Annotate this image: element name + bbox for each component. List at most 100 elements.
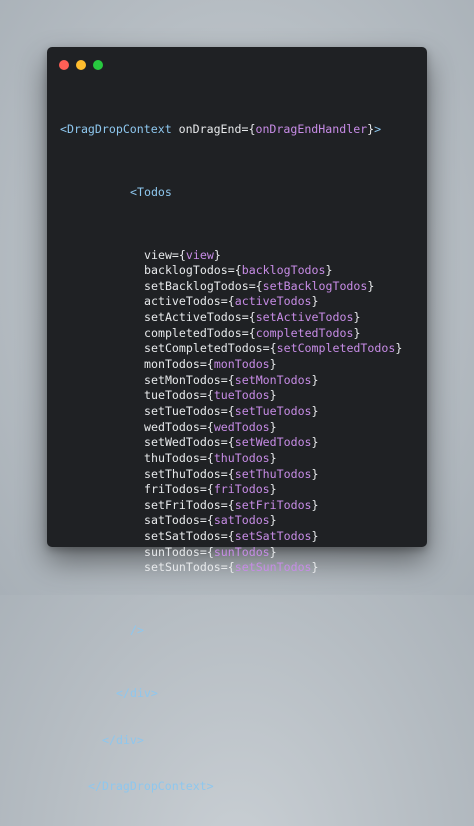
- equals-brace: ={: [199, 544, 214, 559]
- prop-value: setBacklogTodos: [262, 278, 368, 293]
- close-brace: }: [395, 341, 403, 356]
- code-line-opening: <DragDropContext onDragEnd={onDragEndHan…: [47, 122, 427, 138]
- equals-brace: ={: [262, 341, 277, 356]
- equals-brace: ={: [241, 122, 256, 137]
- prop-value: wedTodos: [213, 419, 270, 434]
- close-dot-icon[interactable]: [59, 60, 69, 70]
- equals-brace: ={: [241, 325, 256, 340]
- equals-brace: ={: [199, 357, 214, 372]
- prop-value: setSunTodos: [234, 560, 312, 575]
- code-block: <DragDropContext onDragEnd={onDragEndHan…: [47, 91, 427, 826]
- prop-value: satTodos: [213, 513, 270, 528]
- component-tag-name: Todos: [136, 184, 172, 199]
- code-line-prop: thuTodos={thuTodos}: [47, 451, 427, 467]
- close-brace: }: [311, 372, 319, 387]
- code-line-prop: completedTodos={completedTodos}: [47, 326, 427, 342]
- equals-brace: ={: [220, 294, 235, 309]
- code-line-prop: backlogTodos={backlogTodos}: [47, 263, 427, 279]
- close-brace: }: [213, 247, 221, 262]
- code-line-close-context: </DragDropContext>: [47, 779, 427, 795]
- equals-brace: ={: [220, 435, 235, 450]
- close-brace: }: [311, 435, 319, 450]
- equals-brace: ={: [220, 560, 235, 575]
- prop-value: setTueTodos: [234, 403, 312, 418]
- opening-attr-name: onDragEnd: [178, 122, 242, 137]
- equals-brace: ={: [199, 388, 214, 403]
- prop-name: thuTodos: [144, 450, 200, 465]
- close-brace: }: [311, 560, 319, 575]
- close-brace: }: [269, 388, 277, 403]
- prop-name: view: [144, 247, 172, 262]
- tag-open-bracket: <: [60, 122, 67, 137]
- close-brace: }: [269, 419, 277, 434]
- close-brace: }: [269, 513, 277, 528]
- equals-brace: ={: [241, 310, 256, 325]
- tag-open-bracket: <: [130, 184, 137, 199]
- prop-name: monTodos: [144, 357, 200, 372]
- tag-close-bracket: >: [374, 122, 382, 137]
- code-line-prop: setMonTodos={setMonTodos}: [47, 373, 427, 389]
- code-line-close-div-outer: </div>: [47, 733, 427, 749]
- equals-brace: ={: [220, 529, 235, 544]
- prop-name: satTodos: [144, 513, 200, 528]
- prop-value: setFriTodos: [234, 497, 312, 512]
- code-line-prop: setSatTodos={setSatTodos}: [47, 529, 427, 545]
- prop-name: setWedTodos: [144, 435, 221, 450]
- close-brace: }: [269, 544, 277, 559]
- prop-name: setSunTodos: [144, 560, 221, 575]
- prop-value: monTodos: [213, 357, 270, 372]
- prop-name: tueTodos: [144, 388, 200, 403]
- code-line-prop: setWedTodos={setWedTodos}: [47, 435, 427, 451]
- equals-brace: ={: [248, 278, 263, 293]
- prop-name: setCompletedTodos: [144, 341, 263, 356]
- prop-value: backlogTodos: [241, 263, 326, 278]
- maximize-dot-icon[interactable]: [93, 60, 103, 70]
- prop-value: setThuTodos: [234, 466, 312, 481]
- code-line-prop: tueTodos={tueTodos}: [47, 388, 427, 404]
- equals-brace: ={: [171, 247, 186, 262]
- equals-brace: ={: [220, 372, 235, 387]
- equals-brace: ={: [220, 466, 235, 481]
- prop-value: setActiveTodos: [255, 310, 354, 325]
- prop-value: setSatTodos: [234, 529, 312, 544]
- prop-name: backlogTodos: [144, 263, 228, 278]
- code-line-prop: setThuTodos={setThuTodos}: [47, 467, 427, 483]
- prop-name: sunTodos: [144, 544, 200, 559]
- prop-name: setTueTodos: [144, 403, 221, 418]
- code-line-prop: setSunTodos={setSunTodos}: [47, 560, 427, 576]
- window-controls: [59, 60, 103, 70]
- equals-brace: ={: [199, 419, 214, 434]
- opening-tag-name: DragDropContext: [66, 122, 172, 137]
- close-brace: }: [311, 403, 319, 418]
- code-line-prop: satTodos={satTodos}: [47, 513, 427, 529]
- equals-brace: ={: [199, 450, 214, 465]
- code-line-prop: setFriTodos={setFriTodos}: [47, 498, 427, 514]
- close-brace: }: [311, 497, 319, 512]
- prop-value: activeTodos: [234, 294, 312, 309]
- opening-attr-value: onDragEndHandler: [255, 122, 368, 137]
- minimize-dot-icon[interactable]: [76, 60, 86, 70]
- equals-brace: ={: [227, 263, 242, 278]
- prop-value: tueTodos: [213, 388, 270, 403]
- close-brace: }: [269, 450, 277, 465]
- code-line-prop: setTueTodos={setTueTodos}: [47, 404, 427, 420]
- prop-value: friTodos: [213, 482, 270, 497]
- code-line-close-div-inner: </div>: [47, 686, 427, 702]
- close-brace: }: [311, 466, 319, 481]
- prop-name: setSatTodos: [144, 529, 221, 544]
- prop-value: setCompletedTodos: [276, 341, 396, 356]
- prop-name: setMonTodos: [144, 372, 221, 387]
- code-line-self-close: />: [47, 623, 427, 639]
- equals-brace: ={: [220, 497, 235, 512]
- prop-name: setActiveTodos: [144, 310, 242, 325]
- code-window: <DragDropContext onDragEnd={onDragEndHan…: [47, 47, 427, 793]
- prop-name: activeTodos: [144, 294, 221, 309]
- prop-name: setBacklogTodos: [144, 278, 249, 293]
- close-brace: }: [311, 529, 319, 544]
- prop-value: setWedTodos: [234, 435, 312, 450]
- prop-name: completedTodos: [144, 325, 242, 340]
- close-brace: }: [325, 263, 333, 278]
- code-line-prop: view={view}: [47, 248, 427, 264]
- prop-name: wedTodos: [144, 419, 200, 434]
- code-line-prop: setCompletedTodos={setCompletedTodos}: [47, 341, 427, 357]
